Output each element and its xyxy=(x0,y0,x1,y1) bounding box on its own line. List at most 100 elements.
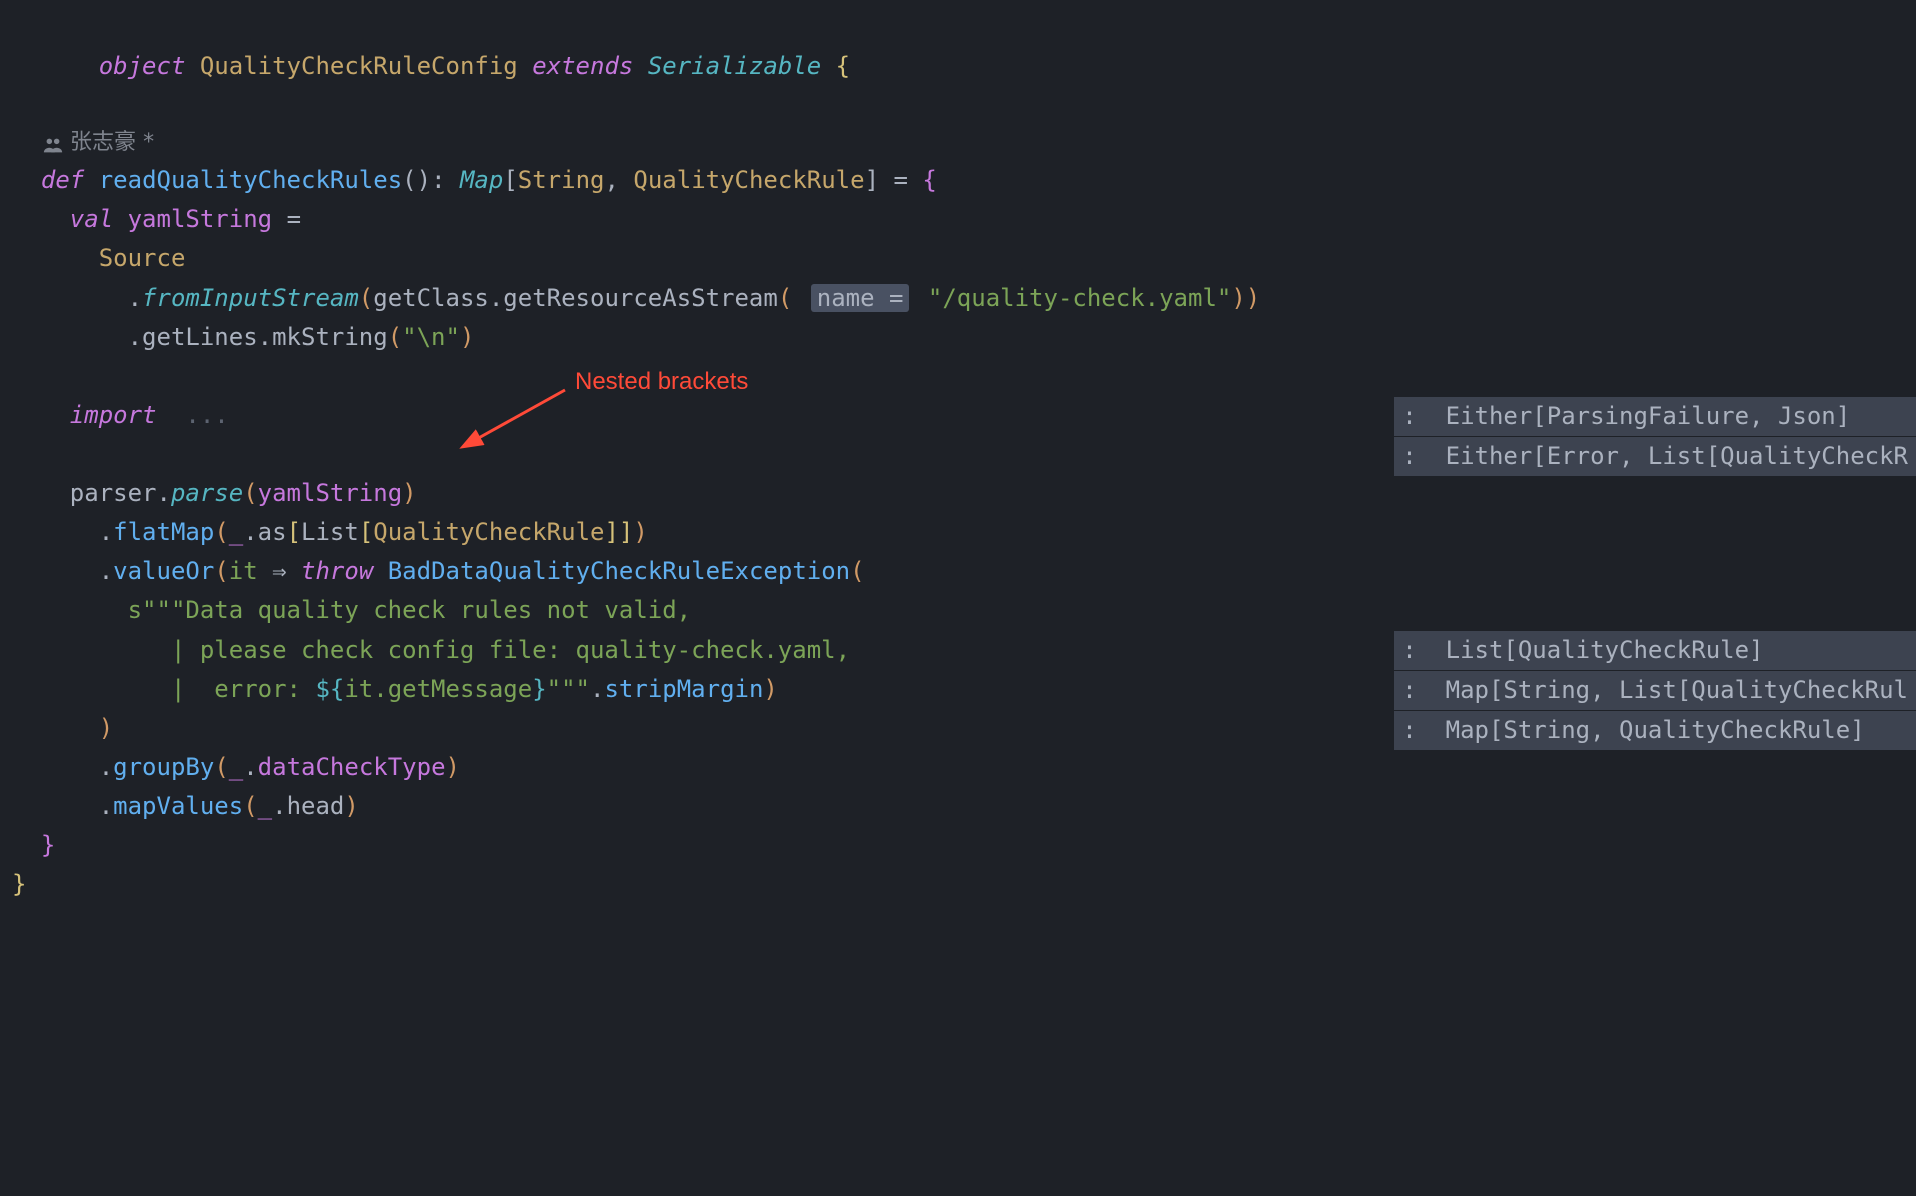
method-name: readQualityCheckRules xyxy=(99,166,402,194)
method-head: head xyxy=(287,792,345,820)
code-line[interactable]: .fromInputStream(getClass.getResourceAsS… xyxy=(12,279,1916,318)
method-valueor: valueOr xyxy=(113,557,214,585)
dot: . xyxy=(99,557,113,585)
method-groupby: groupBy xyxy=(113,753,214,781)
interp-open: ${ xyxy=(315,675,344,703)
code-line[interactable]: val yamlString = xyxy=(12,200,1916,239)
bracket-open-inner: [ xyxy=(359,518,373,546)
bracket-open: [ xyxy=(503,166,517,194)
ident-source: Source xyxy=(99,244,186,272)
method-getlines: getLines xyxy=(142,323,258,351)
code-line[interactable]: def readQualityCheckRules(): Map[String,… xyxy=(12,161,1916,200)
paren-close: ) xyxy=(446,753,460,781)
dot: . xyxy=(258,323,272,351)
dot: . xyxy=(157,479,171,507)
type-string: String xyxy=(518,166,605,194)
code-line[interactable]: .groupBy(_.dataCheckType) xyxy=(12,748,1916,787)
paren-close: )) xyxy=(1231,284,1260,312)
ident-getclass: getClass xyxy=(373,284,489,312)
type-list: List xyxy=(301,518,359,546)
paren-close: ) xyxy=(763,675,777,703)
type-qcr: QualityCheckRule xyxy=(633,166,864,194)
method-getresource: getResourceAsStream xyxy=(503,284,778,312)
underscore: _ xyxy=(258,792,272,820)
comma: , xyxy=(604,166,618,194)
bracket-close: ] xyxy=(865,166,879,194)
dot: . xyxy=(99,792,113,820)
arrow: ⇒ xyxy=(272,557,286,585)
folded-dots[interactable]: ... xyxy=(185,401,228,429)
code-line[interactable]: object QualityCheckRuleConfig extends Se… xyxy=(12,8,1916,125)
keyword-import: import xyxy=(70,401,157,429)
interp-close: } xyxy=(532,675,546,703)
code-line[interactable]: Source xyxy=(12,239,1916,278)
blank-line[interactable] xyxy=(12,357,1916,396)
dot: . xyxy=(128,284,142,312)
param-it: it xyxy=(229,557,258,585)
code-line[interactable]: } xyxy=(12,865,1916,904)
method-mkstring: mkString xyxy=(272,323,388,351)
arg-yamlstring: yamlString xyxy=(258,479,403,507)
people-icon xyxy=(42,132,64,154)
paren-open: ( xyxy=(214,557,228,585)
code-line[interactable]: .valueOr(it ⇒ throw BadDataQualityCheckR… xyxy=(12,552,1916,591)
author-name: 张志豪 xyxy=(70,125,136,161)
method-getmessage: getMessage xyxy=(388,675,533,703)
bracket-close-inner: ] xyxy=(604,518,618,546)
dot: . xyxy=(373,675,387,703)
code-line[interactable]: parser.parse(yamlString) xyxy=(12,474,1916,513)
underscore: _ xyxy=(229,753,243,781)
code-line[interactable]: .mapValues(_.head) xyxy=(12,787,1916,826)
code-line[interactable]: .getLines.mkString("\n") xyxy=(12,318,1916,357)
bracket-open-outer: [ xyxy=(287,518,301,546)
field-datachecktype: dataCheckType xyxy=(258,753,446,781)
paren-open: ( xyxy=(243,479,257,507)
type-hint: : Either[Error, List[QualityCheckR xyxy=(1394,437,1916,476)
string-literal: "/quality-check.yaml" xyxy=(928,284,1231,312)
interp-it: it xyxy=(344,675,373,703)
dot: . xyxy=(128,323,142,351)
paren-open: ( xyxy=(243,792,257,820)
paren-open: ( xyxy=(850,557,864,585)
code-line[interactable]: } xyxy=(12,826,1916,865)
method-mapvalues: mapValues xyxy=(113,792,243,820)
code-line[interactable]: .flatMap(_.as[List[QualityCheckRule]]) xyxy=(12,513,1916,552)
method-stripmargin: stripMargin xyxy=(604,675,763,703)
brace-close: } xyxy=(12,870,26,898)
exception-name: BadDataQualityCheckRuleException xyxy=(388,557,850,585)
brace-open: { xyxy=(836,52,850,80)
paren-open: ( xyxy=(778,284,792,312)
underscore: _ xyxy=(229,518,243,546)
code-line[interactable]: s"""Data quality check rules not valid, xyxy=(12,591,1916,630)
type-hint: : List[QualityCheckRule] xyxy=(1394,631,1916,670)
type-qcr: QualityCheckRule xyxy=(373,518,604,546)
ident-parser: parser xyxy=(70,479,157,507)
paren-close: ) xyxy=(99,714,113,742)
code-editor[interactable]: object QualityCheckRuleConfig extends Se… xyxy=(0,0,1916,1196)
keyword-extends: extends xyxy=(532,52,633,80)
dot: . xyxy=(99,753,113,781)
parens: () xyxy=(402,166,431,194)
brace-close: } xyxy=(41,831,55,859)
colon: : xyxy=(431,166,445,194)
dot: . xyxy=(243,518,257,546)
annotation-arrow-icon xyxy=(450,380,580,455)
equals: = xyxy=(893,166,907,194)
paren-close: ) xyxy=(460,323,474,351)
type-hint: : Map[String, QualityCheckRule] xyxy=(1394,711,1916,750)
paren-close: ) xyxy=(402,479,416,507)
method-flatmap: flatMap xyxy=(113,518,214,546)
paren-open: ( xyxy=(388,323,402,351)
keyword-def: def xyxy=(41,166,84,194)
dot: . xyxy=(590,675,604,703)
dot: . xyxy=(99,518,113,546)
method-frominputstream: fromInputStream xyxy=(142,284,359,312)
paren-close: ) xyxy=(633,518,647,546)
string-part: | error: xyxy=(128,675,316,703)
type-hint-block: : List[QualityCheckRule] : Map[String, L… xyxy=(1394,631,1916,751)
type-map: Map xyxy=(460,166,503,194)
brace-open: { xyxy=(922,166,936,194)
paren-open: ( xyxy=(359,284,373,312)
keyword-val: val xyxy=(70,205,113,233)
string-close: """ xyxy=(547,675,590,703)
